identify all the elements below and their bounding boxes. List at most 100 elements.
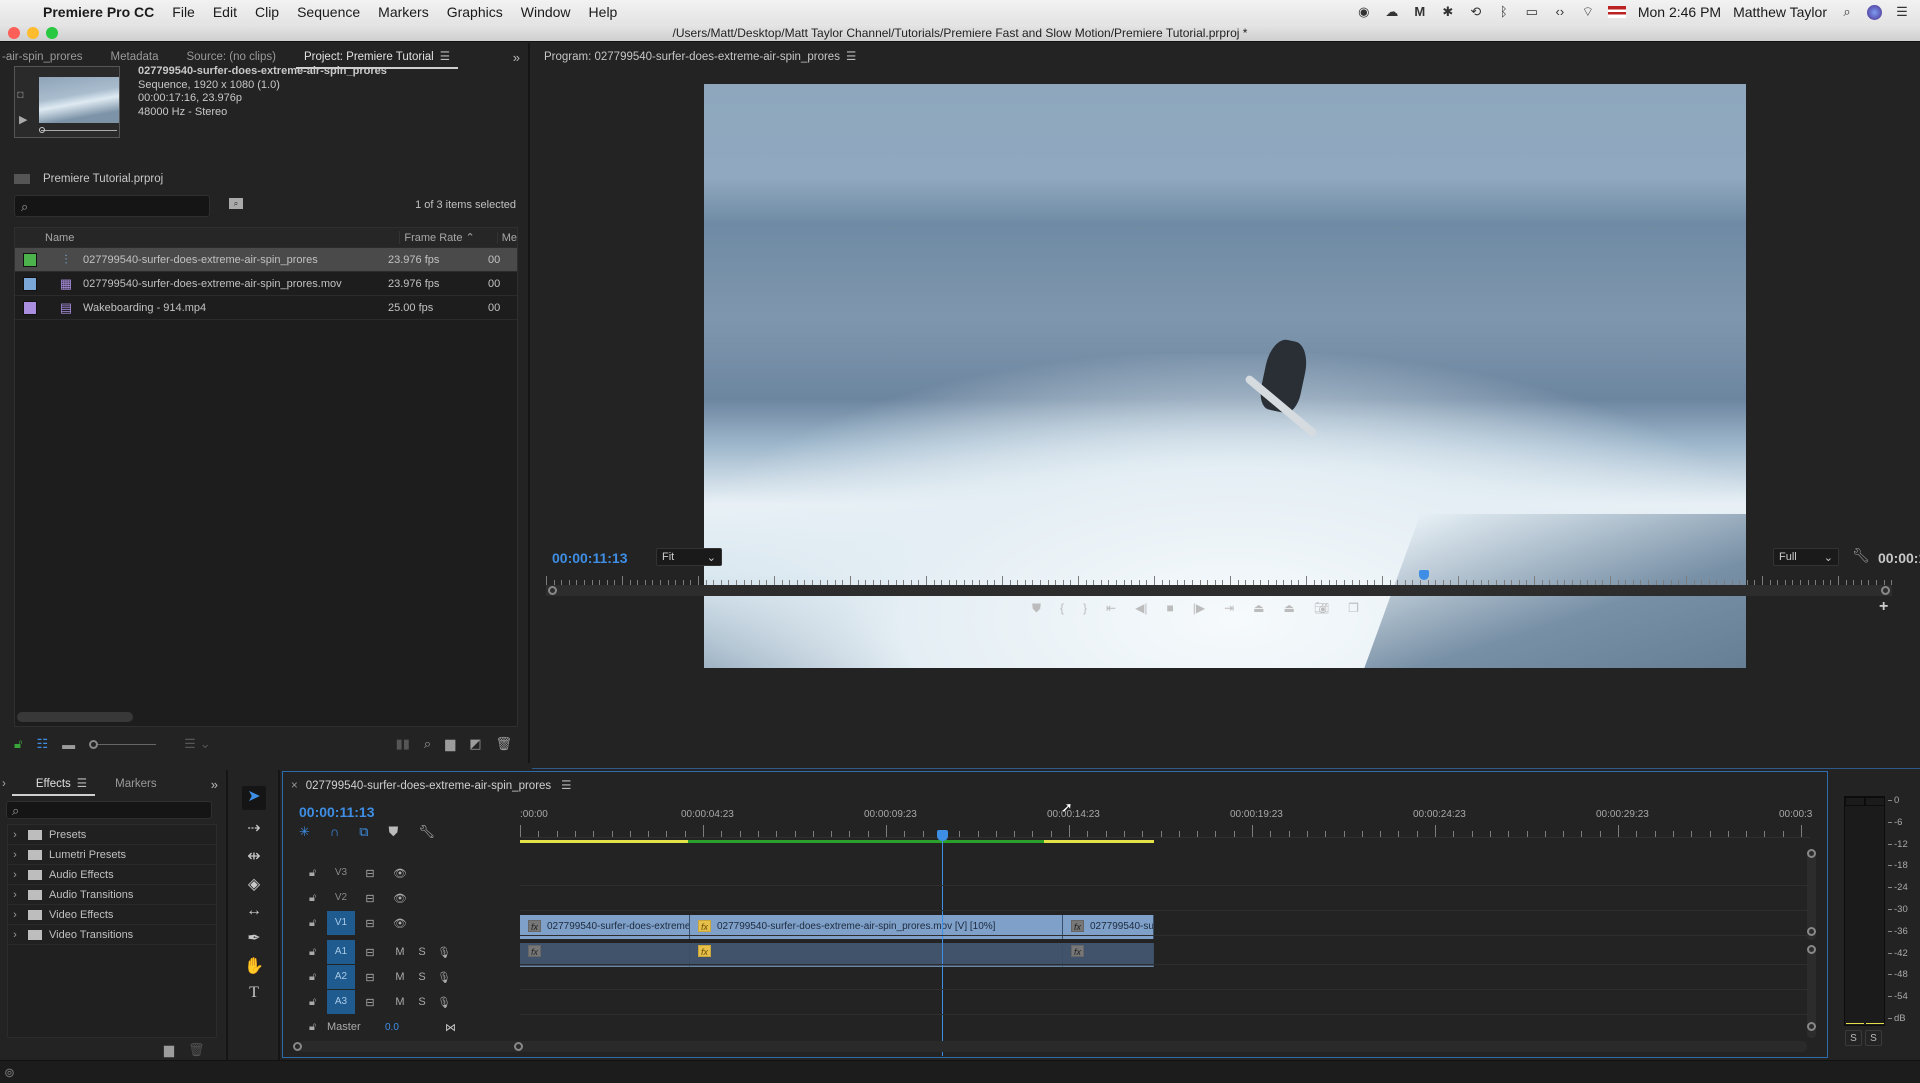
sort-icons-icon[interactable]: ☰	[184, 736, 196, 752]
new-item-icon[interactable]: ◩	[469, 736, 481, 752]
track-target-toggle[interactable]: A1	[327, 940, 355, 964]
effects-search-input[interactable]: ⌕	[6, 801, 212, 819]
track-target-toggle[interactable]: V1	[327, 911, 355, 935]
effects-folder[interactable]: › Audio Transitions	[8, 885, 216, 905]
solo-track-button[interactable]: S	[415, 996, 429, 1008]
snap-magnet-icon[interactable]: ∩	[330, 824, 339, 840]
menu-graphics[interactable]: Graphics	[438, 4, 512, 20]
new-bin-icon[interactable]: ▆	[445, 736, 455, 752]
close-sequence-icon[interactable]: ×	[291, 780, 298, 792]
program-current-time[interactable]: 00:00:11:13	[552, 550, 628, 566]
malwarebytes-icon[interactable]: M	[1412, 5, 1428, 19]
icon-view-icon[interactable]: ▬	[62, 737, 75, 752]
stop-icon[interactable]: ■	[1166, 601, 1173, 615]
h-scroll-left-handle[interactable]	[293, 1042, 302, 1051]
voice-over-record-icon[interactable]: 🎙︎	[429, 946, 459, 959]
list-item[interactable]: ⫶ 027799540-surfer-does-extreme-air-spin…	[15, 248, 517, 272]
creative-cloud-icon[interactable]: ☁	[1384, 5, 1400, 19]
h-scroll-right-handle[interactable]	[514, 1042, 523, 1051]
timeline-horizontal-scrollbar[interactable]	[297, 1041, 1807, 1052]
timeline-tab[interactable]: × 027799540-surfer-does-extreme-air-spin_…	[291, 778, 571, 792]
expand-chevron-icon[interactable]: ›	[8, 829, 22, 841]
bluetooth-icon[interactable]: ᛒ	[1496, 5, 1512, 19]
solo-right-button[interactable]: S	[1865, 1030, 1882, 1046]
list-item[interactable]: ▤ Wakeboarding - 914.mp4 25.00 fps 00	[15, 296, 517, 320]
go-to-master-icon[interactable]: ⋈	[445, 1021, 456, 1034]
overflow-chevron-icon[interactable]: »	[211, 777, 218, 792]
track-target-toggle[interactable]: V2	[327, 886, 355, 910]
zoom-level-select[interactable]: Fit ⌄	[656, 548, 722, 566]
sync-lock-icon[interactable]: ⊟	[355, 946, 385, 959]
menu-edit[interactable]: Edit	[204, 4, 246, 20]
label-color-chip[interactable]	[23, 276, 37, 291]
expand-chevron-icon[interactable]: ›	[8, 849, 22, 861]
track-lock-icon[interactable]: 🔓︎	[309, 996, 327, 1009]
column-name[interactable]: Name	[45, 232, 399, 244]
bin-up-icon[interactable]	[14, 174, 30, 184]
automate-to-sequence-icon[interactable]: ▮▮	[396, 736, 410, 752]
effects-folder[interactable]: › Video Effects	[8, 905, 216, 925]
time-machine-icon[interactable]: ⟲	[1468, 5, 1484, 19]
trash-icon[interactable]: 🗑︎	[188, 1042, 205, 1058]
track-target-toggle[interactable]: A3	[327, 990, 355, 1014]
clock[interactable]: Mon 2:46 PM	[1638, 4, 1721, 20]
razor-tool-icon[interactable]: ◈	[248, 874, 260, 894]
track-select-tool-icon[interactable]: ⇢	[247, 818, 260, 838]
record-icon[interactable]: ◉	[1356, 5, 1372, 19]
v-scroll-handle[interactable]	[1807, 1022, 1816, 1031]
export-frame-camera-icon[interactable]: 📷︎	[1314, 601, 1329, 615]
maximize-window-button[interactable]	[46, 27, 58, 39]
effects-folder[interactable]: › Presets	[8, 825, 216, 845]
linked-selection-icon[interactable]: ⧉	[359, 824, 368, 840]
siri-icon[interactable]	[1867, 4, 1882, 20]
voice-over-record-icon[interactable]: 🎙︎	[429, 971, 459, 984]
flag-icon[interactable]	[1607, 6, 1626, 18]
nest-toggle-icon[interactable]: ✳	[299, 824, 310, 840]
panel-menu-icon[interactable]: ☰	[561, 780, 571, 792]
expand-chevron-icon[interactable]: ›	[8, 869, 22, 881]
hand-tool-icon[interactable]: ✋	[244, 956, 264, 976]
settings-wrench-icon[interactable]: 🔧︎	[1852, 547, 1870, 564]
effects-folder[interactable]: › Video Transitions	[8, 925, 216, 945]
menu-sequence[interactable]: Sequence	[288, 4, 369, 20]
toggle-track-output-eye-icon[interactable]: 👁︎	[385, 917, 415, 930]
track-target-toggle[interactable]: V3	[327, 861, 355, 885]
lift-icon[interactable]: ⏏	[1253, 601, 1264, 615]
list-view-icon[interactable]: ☷	[36, 736, 48, 752]
code-icon[interactable]: ‹›	[1552, 5, 1568, 19]
find-icon[interactable]: ⌕	[229, 198, 243, 209]
battery-icon[interactable]: ▭	[1524, 5, 1540, 19]
selection-tool-icon[interactable]: ➤	[242, 786, 266, 810]
mute-track-button[interactable]: M	[385, 971, 415, 983]
overflow-chevron-icon[interactable]: »	[513, 50, 520, 65]
toggle-track-output-eye-icon[interactable]: 👁︎	[385, 892, 415, 905]
track-lock-icon[interactable]: 🔓︎	[309, 892, 327, 905]
expand-chevron-icon[interactable]: ›	[8, 929, 22, 941]
mark-in-icon[interactable]: {	[1060, 601, 1064, 615]
timeline-settings-wrench-icon[interactable]: 🔧︎	[418, 824, 435, 840]
menu-help[interactable]: Help	[580, 4, 627, 20]
mute-track-button[interactable]: M	[385, 946, 415, 958]
program-zoom-bar[interactable]	[546, 585, 1892, 596]
step-back-icon[interactable]: ◀|	[1135, 601, 1147, 615]
v-scroll-handle[interactable]	[1807, 849, 1816, 858]
panel-menu-icon[interactable]: ☰	[846, 51, 856, 63]
mark-out-icon[interactable]: }	[1083, 601, 1087, 615]
track-lock-icon[interactable]: 🔓︎	[309, 1021, 327, 1034]
zoom-slider[interactable]	[89, 739, 157, 749]
close-window-button[interactable]	[8, 27, 20, 39]
program-monitor-title[interactable]: Program: 027799540-surfer-does-extreme-a…	[532, 43, 870, 71]
zoom-bar-right-handle[interactable]	[1881, 586, 1890, 595]
v-scroll-handle[interactable]	[1807, 945, 1816, 954]
timeline-ruler[interactable]: :00:00 00:00:04:23 00:00:09:23 00:00:14:23 0…	[520, 802, 1812, 838]
track-lock-icon[interactable]: 🔓︎	[309, 867, 327, 880]
voice-over-record-icon[interactable]: 🎙︎	[429, 996, 459, 1009]
menu-window[interactable]: Window	[512, 4, 580, 20]
add-marker-icon[interactable]: ⛊	[389, 824, 399, 840]
master-volume-value[interactable]: 0.0	[385, 1022, 445, 1033]
track-lock-icon[interactable]: 🔓︎	[309, 946, 327, 959]
notification-center-icon[interactable]: ☰	[1894, 5, 1910, 19]
play-preview-icon[interactable]: ▶	[19, 113, 27, 126]
add-marker-icon[interactable]: ⛊	[1032, 601, 1041, 616]
tab-markers[interactable]: Markers	[101, 770, 171, 798]
